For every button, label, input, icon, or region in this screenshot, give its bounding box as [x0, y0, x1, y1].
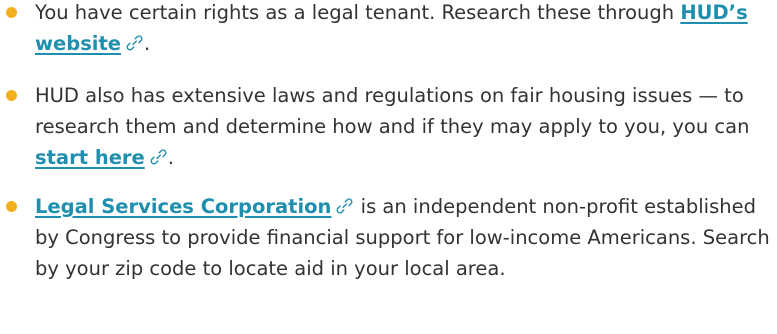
bullet-dot [6, 90, 17, 101]
bullet-dot [6, 7, 17, 18]
list-item-legal-services: Legal Services Corporation is an indepen… [0, 191, 777, 284]
item-text-after: . [167, 146, 174, 169]
list-item-hud-rights: You have certain rights as a legal tenan… [0, 0, 777, 59]
list-item-hud-fair-housing: HUD also has extensive laws and regulati… [0, 80, 777, 173]
link-chain-icon[interactable] [149, 147, 168, 166]
item-text-before: You have certain rights as a legal tenan… [35, 1, 681, 24]
link-chain-icon[interactable] [335, 196, 354, 215]
item-text-after: . [144, 32, 151, 55]
legal-services-corporation-link[interactable]: Legal Services Corporation [35, 195, 331, 218]
link-chain-icon[interactable] [125, 33, 144, 52]
start-here-link[interactable]: start here [35, 146, 145, 169]
bullet-dot [6, 201, 17, 212]
resource-list: You have certain rights as a legal tenan… [0, 0, 777, 284]
item-text-before: HUD also has extensive laws and regulati… [35, 84, 750, 138]
